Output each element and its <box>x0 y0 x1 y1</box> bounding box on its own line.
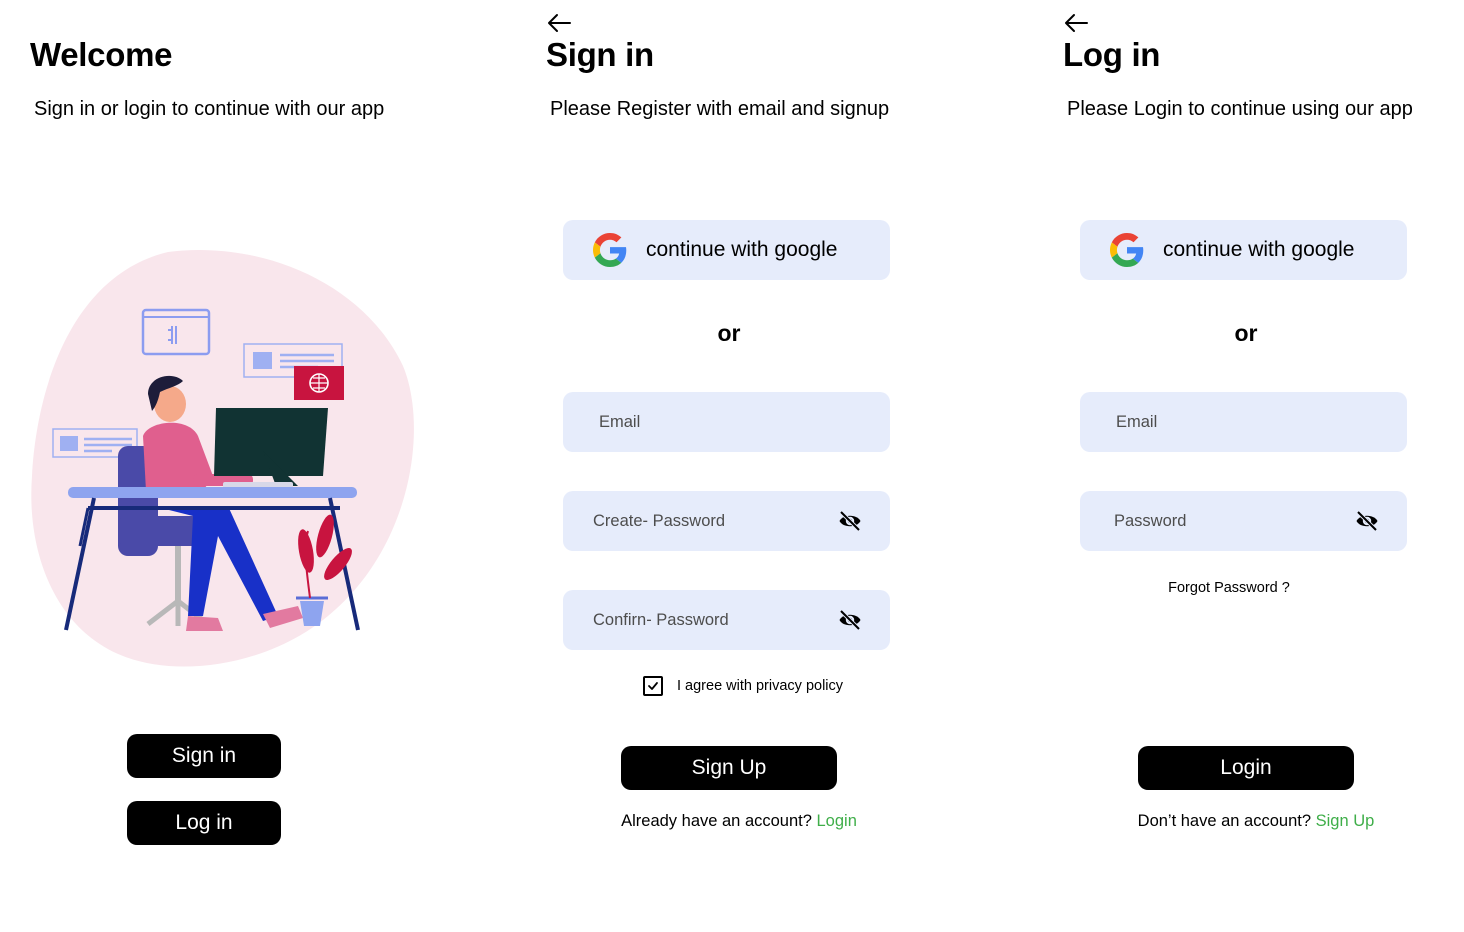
page-title: Log in <box>1063 36 1161 73</box>
email-field <box>563 392 890 452</box>
check-icon <box>648 682 658 690</box>
eye-slash-icon[interactable] <box>1355 509 1379 533</box>
or-divider: or <box>717 320 741 346</box>
email-input[interactable] <box>599 412 862 432</box>
signin-screen: Sign in Please Register with email and s… <box>516 0 1006 932</box>
google-icon <box>593 233 627 267</box>
google-button-label: continue with google <box>1163 238 1355 261</box>
login-button[interactable]: Login <box>1138 746 1354 790</box>
login-link[interactable]: Login <box>817 812 857 830</box>
subtitle: Please Login to continue using our app <box>1067 98 1413 120</box>
footer-prompt: Already have an account? Login <box>516 812 962 831</box>
privacy-agree-label: I agree with privacy policy <box>677 678 844 694</box>
page-title: Welcome <box>30 36 173 73</box>
password-field <box>1080 491 1407 551</box>
privacy-checkbox[interactable] <box>643 676 663 696</box>
privacy-agree-row: I agree with privacy policy <box>643 676 843 696</box>
footer-prompt: Don’t have an account? Sign Up <box>1033 812 1464 831</box>
login-screen: Log in Please Login to continue using ou… <box>1033 0 1464 932</box>
create-password-field <box>563 491 890 551</box>
email-field <box>1080 392 1407 452</box>
eye-slash-icon[interactable] <box>838 608 862 632</box>
subtitle: Sign in or login to continue with our ap… <box>34 98 385 120</box>
confirm-password-input[interactable] <box>593 610 838 630</box>
eye-slash-icon[interactable] <box>838 509 862 533</box>
welcome-screen: Welcome Sign in or login to continue wit… <box>0 0 490 932</box>
page-title: Sign in <box>546 36 654 73</box>
footer-text: Don’t have an account? <box>1137 812 1316 830</box>
google-icon <box>1110 233 1144 267</box>
create-password-input[interactable] <box>593 511 838 531</box>
google-signin-button[interactable]: continue with google <box>563 220 890 280</box>
or-divider: or <box>1234 320 1258 346</box>
google-login-button[interactable]: continue with google <box>1080 220 1407 280</box>
footer-text: Already have an account? <box>621 812 817 830</box>
arrow-left-icon[interactable] <box>546 12 572 34</box>
signin-button[interactable]: Sign in <box>127 734 281 778</box>
workspace-illustration <box>31 249 414 667</box>
signup-link[interactable]: Sign Up <box>1316 812 1375 830</box>
arrow-left-icon[interactable] <box>1063 12 1089 34</box>
password-input[interactable] <box>1114 511 1355 531</box>
login-button[interactable]: Log in <box>127 801 281 845</box>
signup-button[interactable]: Sign Up <box>621 746 837 790</box>
email-input[interactable] <box>1116 412 1379 432</box>
confirm-password-field <box>563 590 890 650</box>
forgot-password-link[interactable]: Forgot Password ? <box>1033 580 1425 596</box>
subtitle: Please Register with email and signup <box>550 98 890 120</box>
google-button-label: continue with google <box>646 238 838 261</box>
